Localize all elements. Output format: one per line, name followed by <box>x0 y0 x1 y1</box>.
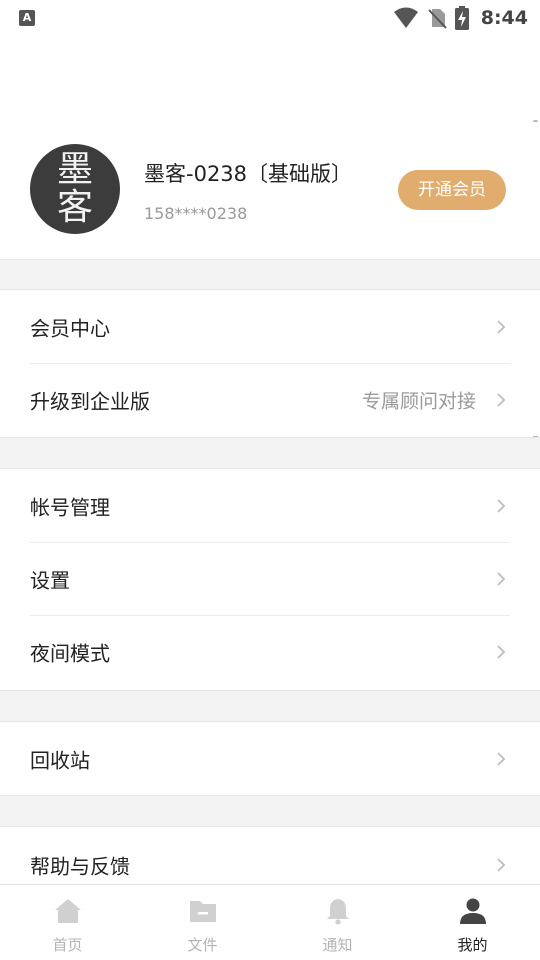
chevron-right-icon <box>497 319 506 334</box>
tab-label: 文件 <box>187 936 218 954</box>
chevron-right-icon <box>497 498 506 513</box>
tab-notifications[interactable]: 通知 <box>270 885 405 960</box>
menu-group-membership: 会员中心 升级到企业版 专属顾问对接 <box>0 290 540 436</box>
profile-phone: 158****0238 <box>144 204 248 223</box>
menu-item-upgrade-enterprise[interactable]: 升级到企业版 专属顾问对接 <box>0 363 540 436</box>
menu-item-account-management[interactable]: 帐号管理 <box>0 469 540 542</box>
chevron-right-icon <box>497 571 506 586</box>
profile-header[interactable]: 墨 客 墨客-0238〔基础版〕 158****0238 开通会员 <box>0 122 540 260</box>
avatar[interactable]: 墨 客 <box>30 144 120 234</box>
avatar-char-top: 墨 <box>56 149 93 190</box>
section-gap <box>0 795 540 827</box>
profile-name: 墨客-0238〔基础版〕 <box>144 162 353 186</box>
folder-icon <box>189 901 216 922</box>
bell-icon <box>326 899 349 925</box>
screen: A 8:44 墨 客 墨客-0238〔基础版〕 158****0238 开通会员… <box>0 0 540 960</box>
menu-item-night-mode[interactable]: 夜间模式 <box>0 615 540 688</box>
menu-item-label: 夜间模式 <box>30 641 110 665</box>
menu-item-value: 专属顾问对接 <box>361 390 476 412</box>
status-bar: A 8:44 <box>0 0 540 36</box>
avatar-char-bottom: 客 <box>56 187 93 228</box>
tab-files[interactable]: 文件 <box>135 885 270 960</box>
tab-label: 我的 <box>457 936 488 954</box>
home-icon <box>54 899 81 923</box>
section-gap <box>0 690 540 722</box>
tab-label: 通知 <box>322 936 353 954</box>
battery-charging-icon <box>454 6 469 30</box>
menu-group-recycle: 回收站 <box>0 722 540 795</box>
menu-item-recycle-bin[interactable]: 回收站 <box>0 722 540 795</box>
person-icon <box>459 898 486 924</box>
menu-group-account: 帐号管理 设置 夜间模式 <box>0 469 540 688</box>
menu-item-label: 设置 <box>30 568 70 592</box>
menu-item-label: 回收站 <box>30 748 90 772</box>
menu-item-label: 会员中心 <box>30 316 110 340</box>
chevron-right-icon <box>497 644 506 659</box>
tab-label: 首页 <box>52 936 83 954</box>
menu-item-label: 帮助与反馈 <box>30 854 130 879</box>
section-gap <box>0 437 540 469</box>
status-time: 8:44 <box>480 7 528 29</box>
bottom-tab-bar: 首页 文件 通知 我的 <box>0 884 540 960</box>
menu-item-label: 升级到企业版 <box>30 389 150 413</box>
wifi-icon <box>393 7 418 28</box>
no-sim-icon <box>428 9 447 29</box>
chevron-right-icon <box>497 751 506 766</box>
chevron-right-icon <box>497 858 506 872</box>
menu-item-settings[interactable]: 设置 <box>0 542 540 615</box>
status-indicators: 8:44 <box>393 6 528 30</box>
notification-app-icon: A <box>19 10 35 26</box>
open-membership-button[interactable]: 开通会员 <box>398 170 506 210</box>
tab-mine[interactable]: 我的 <box>405 885 540 960</box>
chevron-right-icon <box>497 392 506 407</box>
menu-item-member-center[interactable]: 会员中心 <box>0 290 540 363</box>
tab-home[interactable]: 首页 <box>0 885 135 960</box>
menu-item-label: 帐号管理 <box>30 495 110 519</box>
section-gap <box>0 259 540 290</box>
